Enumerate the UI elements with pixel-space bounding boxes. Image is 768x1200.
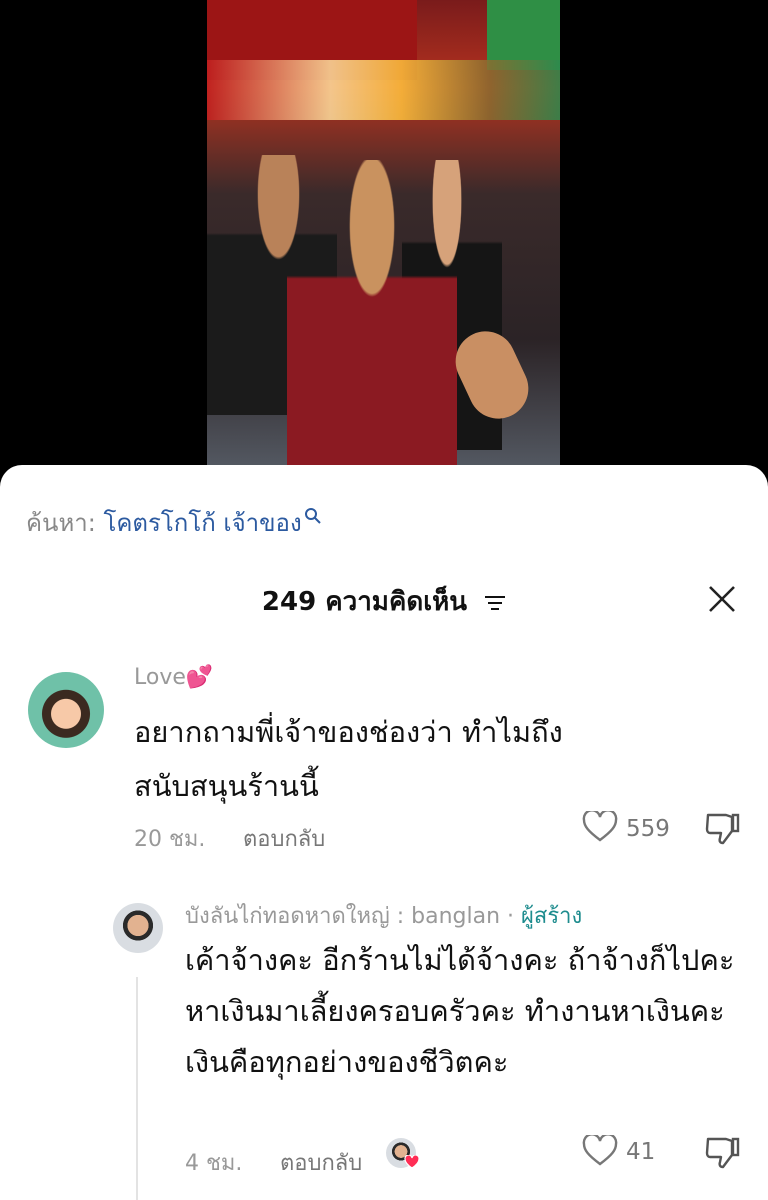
name-separator: · <box>500 904 522 929</box>
comment-username[interactable]: Love💕 <box>134 665 213 690</box>
close-icon[interactable] <box>708 585 736 613</box>
person-red-shirt <box>287 160 457 485</box>
comment-timestamp: 20 ชม. <box>134 827 206 852</box>
market-lights <box>207 60 560 120</box>
search-icon <box>304 503 322 531</box>
like-count: 41 <box>626 1139 656 1165</box>
search-query-link[interactable]: โคตรโกโก้ เจ้าของ <box>103 509 301 537</box>
heart-icon[interactable] <box>582 1133 618 1171</box>
reply-text: เค้าจ้างคะ อีกร้านไม่ได้จ้างคะ ถ้าจ้างก็… <box>185 943 735 1079</box>
search-prefix: ค้นหา: <box>26 509 96 537</box>
dislike-icon[interactable] <box>704 811 740 849</box>
comment-text: อยากถามพี่เจ้าของช่องว่า ทำไมถึงสนับสนุน… <box>134 715 563 803</box>
creator-badge: ผู้สร้าง <box>521 904 583 929</box>
video-player[interactable] <box>207 0 560 485</box>
comments-header: 249 ความคิดเห็น <box>0 581 768 622</box>
reply-username[interactable]: บังลันไก่ทอดหาดใหญ่ : banglan <box>185 904 500 929</box>
comments-sheet: ค้นหา: โคตรโกโก้ เจ้าของ 249 ความคิดเห็น… <box>0 465 768 1200</box>
filter-icon[interactable] <box>484 588 506 618</box>
avatar[interactable] <box>28 672 104 748</box>
reply-timestamp: 4 ชม. <box>185 1151 243 1176</box>
heart-badge-icon <box>404 1154 420 1173</box>
reply-button[interactable]: ตอบกลับ <box>280 1145 362 1180</box>
reply-button[interactable]: ตอบกลับ <box>243 821 325 856</box>
dislike-icon[interactable] <box>704 1135 740 1173</box>
creator-avatar[interactable] <box>113 903 163 953</box>
like-count: 559 <box>626 816 670 842</box>
liked-by-creator-badge <box>386 1138 422 1174</box>
thread-line <box>136 977 138 1200</box>
reply-username-line: บังลันไก่ทอดหาดใหญ่ : banglan · ผู้สร้าง <box>185 898 582 933</box>
heart-icon[interactable] <box>582 809 618 847</box>
comments-count-title: 249 ความคิดเห็น <box>261 587 468 617</box>
search-suggestion[interactable]: ค้นหา: โคตรโกโก้ เจ้าของ <box>26 503 322 542</box>
